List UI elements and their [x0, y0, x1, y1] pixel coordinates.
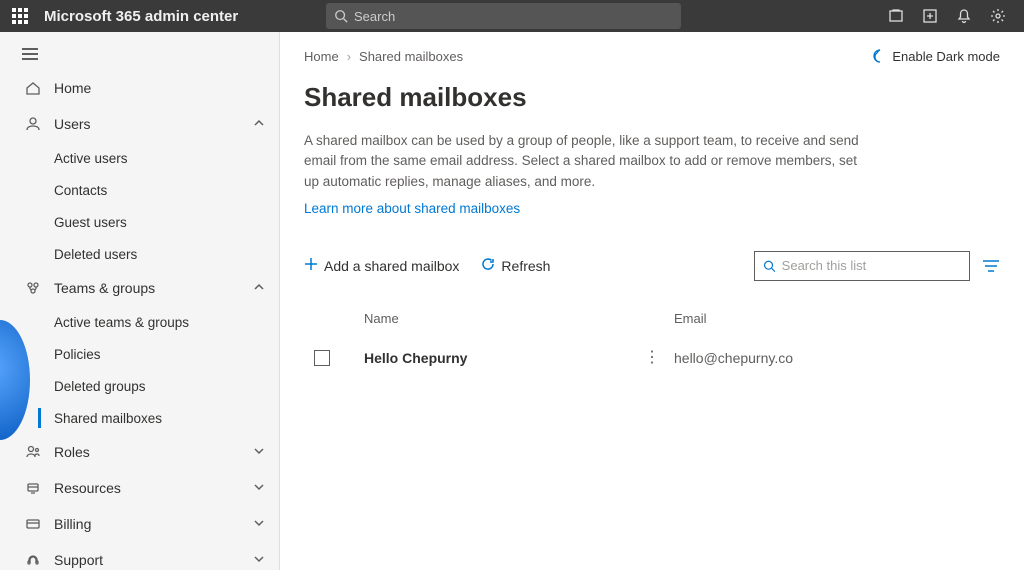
- sidebar-sub-policies[interactable]: Policies: [0, 338, 279, 370]
- sidebar: Home Users Active users Contacts Guest u…: [0, 32, 280, 570]
- top-bar: Microsoft 365 admin center: [0, 0, 1024, 32]
- breadcrumb-home[interactable]: Home: [304, 49, 339, 64]
- col-header-email[interactable]: Email: [674, 311, 1000, 326]
- row-name: Hello Chepurny: [364, 350, 644, 366]
- sidebar-sub-shared-mailboxes[interactable]: Shared mailboxes: [0, 402, 279, 434]
- sidebar-sub-deleted-users[interactable]: Deleted users: [0, 238, 279, 270]
- sidebar-sub-active-teams[interactable]: Active teams & groups: [0, 306, 279, 338]
- refresh-icon: [481, 257, 495, 274]
- filter-button[interactable]: [982, 259, 1000, 273]
- page-description: A shared mailbox can be used by a group …: [304, 131, 874, 192]
- sidebar-item-home[interactable]: Home: [0, 70, 279, 106]
- search-icon: [334, 9, 348, 23]
- breadcrumb: Home › Shared mailboxes: [304, 49, 463, 64]
- support-icon: [22, 552, 44, 568]
- sidebar-item-label: Home: [54, 80, 265, 96]
- sidebar-item-users[interactable]: Users: [0, 106, 279, 142]
- table-row[interactable]: Hello Chepurny ⋮ hello@chepurny.co: [304, 336, 1000, 380]
- breadcrumb-current: Shared mailboxes: [359, 49, 463, 64]
- search-icon: [763, 259, 776, 273]
- add-mailbox-button[interactable]: Add a shared mailbox: [304, 257, 459, 274]
- add-mailbox-label: Add a shared mailbox: [324, 258, 459, 274]
- moon-icon: [870, 48, 886, 64]
- billing-icon: [22, 516, 44, 532]
- dark-mode-label: Enable Dark mode: [892, 49, 1000, 64]
- app-title: Microsoft 365 admin center: [44, 8, 238, 25]
- table-header: Name Email: [304, 311, 1000, 336]
- breadcrumb-separator: ›: [347, 49, 351, 64]
- sidebar-sub-active-users[interactable]: Active users: [0, 142, 279, 174]
- main-content: Home › Shared mailboxes Enable Dark mode…: [280, 32, 1024, 570]
- roles-icon: [22, 444, 44, 460]
- sidebar-item-label: Teams & groups: [54, 280, 253, 296]
- sidebar-item-label: Billing: [54, 516, 253, 532]
- hamburger-menu[interactable]: [0, 42, 279, 70]
- global-search-input[interactable]: [354, 9, 673, 24]
- users-icon: [22, 116, 44, 132]
- list-search-input[interactable]: [782, 258, 961, 273]
- sidebar-sub-contacts[interactable]: Contacts: [0, 174, 279, 206]
- list-search[interactable]: [754, 251, 970, 281]
- col-header-name[interactable]: Name: [364, 311, 644, 326]
- refresh-label: Refresh: [501, 258, 550, 274]
- chevron-down-icon: [253, 480, 265, 496]
- global-search[interactable]: [326, 3, 681, 29]
- sidebar-item-label: Roles: [54, 444, 253, 460]
- refresh-button[interactable]: Refresh: [481, 257, 550, 274]
- row-checkbox[interactable]: [314, 350, 330, 366]
- sidebar-item-roles[interactable]: Roles: [0, 434, 279, 470]
- header-icon-2[interactable]: [922, 8, 938, 24]
- chevron-down-icon: [253, 552, 265, 568]
- filter-icon: [982, 259, 1000, 273]
- chevron-up-icon: [253, 116, 265, 132]
- sidebar-item-resources[interactable]: Resources: [0, 470, 279, 506]
- sidebar-item-support[interactable]: Support: [0, 542, 279, 570]
- chevron-down-icon: [253, 516, 265, 532]
- dark-mode-toggle[interactable]: Enable Dark mode: [870, 48, 1000, 64]
- teams-icon: [22, 280, 44, 296]
- sidebar-item-label: Users: [54, 116, 253, 132]
- sidebar-item-teams[interactable]: Teams & groups: [0, 270, 279, 306]
- resources-icon: [22, 480, 44, 496]
- sidebar-item-label: Resources: [54, 480, 253, 496]
- sidebar-sub-deleted-groups[interactable]: Deleted groups: [0, 370, 279, 402]
- sidebar-item-label: Support: [54, 552, 253, 568]
- sidebar-sub-guest-users[interactable]: Guest users: [0, 206, 279, 238]
- home-icon: [22, 80, 44, 96]
- notifications-icon[interactable]: [956, 8, 972, 24]
- row-email: hello@chepurny.co: [674, 350, 1000, 366]
- app-launcher-icon[interactable]: [0, 8, 40, 24]
- chevron-up-icon: [253, 280, 265, 296]
- plus-icon: [304, 257, 318, 274]
- header-icon-1[interactable]: [888, 8, 904, 24]
- sidebar-item-billing[interactable]: Billing: [0, 506, 279, 542]
- learn-more-link[interactable]: Learn more about shared mailboxes: [304, 201, 520, 216]
- row-more-icon[interactable]: ⋮: [644, 349, 660, 366]
- settings-icon[interactable]: [990, 8, 1006, 24]
- chevron-down-icon: [253, 444, 265, 460]
- page-title: Shared mailboxes: [304, 82, 1000, 113]
- mailbox-table: Name Email Hello Chepurny ⋮ hello@chepur…: [304, 311, 1000, 380]
